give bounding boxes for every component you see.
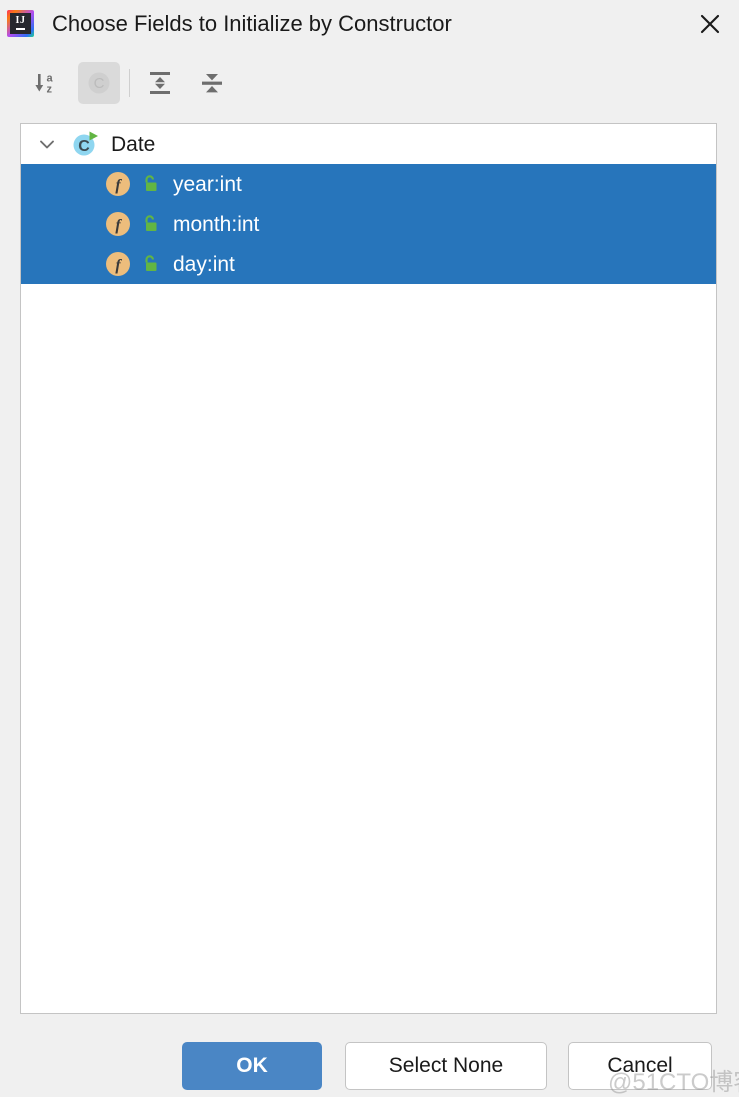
sort-alphabetically-icon: a z xyxy=(35,73,54,96)
field-node-label: month:int xyxy=(173,212,260,236)
class-group-icon: C xyxy=(88,72,110,94)
field-node-label: day:int xyxy=(173,252,235,276)
cancel-button[interactable]: Cancel xyxy=(568,1042,712,1090)
tree-node-field[interactable]: f day:int xyxy=(21,244,716,284)
title-bar: IJ Choose Fields to Initialize by Constr… xyxy=(0,0,739,47)
select-none-button[interactable]: Select None xyxy=(345,1042,547,1090)
tree-node-field[interactable]: f month:int xyxy=(21,204,716,244)
fields-tree[interactable]: C Date f year:int f month:int f day:int xyxy=(20,123,717,1014)
dialog-title: Choose Fields to Initialize by Construct… xyxy=(52,11,452,36)
ok-button[interactable]: OK xyxy=(182,1042,322,1090)
toolbar-separator xyxy=(129,69,130,97)
class-node-label: Date xyxy=(111,132,156,156)
logo-underline xyxy=(16,28,25,30)
logo-text: IJ xyxy=(15,15,26,26)
tree-node-class[interactable]: C Date xyxy=(21,124,716,164)
public-lock-icon xyxy=(139,213,161,235)
expand-all-button[interactable] xyxy=(139,62,181,104)
svg-text:C: C xyxy=(94,75,105,92)
public-lock-icon xyxy=(139,253,161,275)
dialog-button-row: OK Select None Cancel xyxy=(0,1042,739,1092)
field-icon: f xyxy=(105,211,131,237)
field-node-label: year:int xyxy=(173,172,242,196)
field-icon: f xyxy=(105,251,131,277)
svg-text:z: z xyxy=(47,84,53,96)
svg-text:C: C xyxy=(78,138,90,155)
group-by-class-button[interactable]: C xyxy=(78,62,120,104)
tree-node-field[interactable]: f year:int xyxy=(21,164,716,204)
class-icon: C xyxy=(71,130,99,158)
toolbar: a z C xyxy=(0,47,739,119)
collapse-all-icon xyxy=(202,74,222,93)
close-icon[interactable] xyxy=(693,7,727,41)
sort-alphabetically-button[interactable]: a z xyxy=(26,62,68,104)
expand-all-icon xyxy=(150,72,170,94)
field-icon: f xyxy=(105,171,131,197)
collapse-all-button[interactable] xyxy=(191,62,233,104)
intellij-logo-icon: IJ xyxy=(7,10,34,37)
public-lock-icon xyxy=(139,173,161,195)
chevron-down-icon[interactable] xyxy=(33,130,61,158)
